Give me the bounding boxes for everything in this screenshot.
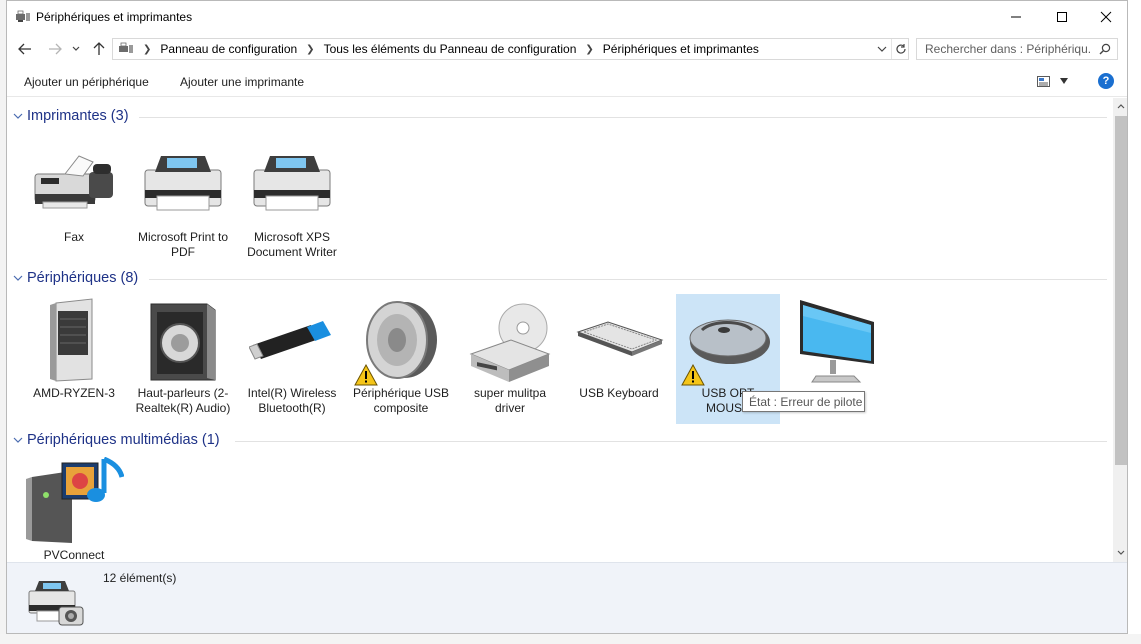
device-label: Microsoft Print to PDF <box>137 230 229 259</box>
background-bottom <box>0 634 1141 644</box>
group-title: Périphériques (8) <box>27 270 139 286</box>
speaker-icon <box>131 294 235 386</box>
group-divider <box>235 441 1107 442</box>
printer-camera-icon <box>28 581 84 626</box>
help-icon[interactable]: ? <box>1098 73 1114 89</box>
command-bar: Ajouter un périphérique Ajouter une impr… <box>7 67 1127 97</box>
group-header-devices[interactable]: Périphériques (8) <box>7 268 1107 290</box>
device-label: AMD-RYZEN-3 <box>33 386 115 400</box>
device-label: USB Keyboard <box>579 386 659 400</box>
group-title: Imprimantes (3) <box>27 108 129 124</box>
devices-printers-location-icon <box>119 42 133 53</box>
cd-drive-icon <box>458 294 562 386</box>
breadcrumb-separator-icon[interactable]: ❯ <box>585 44 593 55</box>
device-tile-fax[interactable]: Fax <box>22 138 126 245</box>
vertical-scrollbar[interactable] <box>1113 98 1127 562</box>
monitor-icon <box>785 294 889 386</box>
device-label: super mulitpa driver <box>473 386 547 415</box>
arrow-left-icon <box>18 43 31 55</box>
breadcrumb-devices-printers[interactable]: Périphériques et imprimantes <box>603 42 759 56</box>
computer-tower-icon <box>22 294 126 386</box>
change-view-icon[interactable] <box>1037 76 1050 87</box>
group-divider <box>149 279 1107 280</box>
maximize-icon <box>1057 12 1067 22</box>
devices-view: Imprimantes (3) Fax Microsoft Print to P… <box>7 98 1113 562</box>
search-input[interactable] <box>917 42 1092 56</box>
breadcrumb-control-panel[interactable]: Panneau de configuration <box>160 42 297 56</box>
group-divider <box>139 117 1107 118</box>
device-label: Haut-parleurs (2-Realtek(R) Audio) <box>135 386 231 415</box>
add-printer-button[interactable]: Ajouter une imprimante <box>180 75 304 89</box>
address-bar[interactable]: ❯ Panneau de configuration ❯ Tous les él… <box>112 38 909 60</box>
add-device-button[interactable]: Ajouter un périphérique <box>24 75 149 89</box>
mouse-icon <box>676 294 780 386</box>
media-server-icon <box>22 456 126 548</box>
printer-icon <box>131 138 235 230</box>
refresh-button[interactable] <box>891 39 909 59</box>
close-button[interactable] <box>1083 1 1127 33</box>
minimize-button[interactable] <box>993 1 1039 33</box>
device-label: PVConnect <box>43 548 105 562</box>
search-box[interactable] <box>916 38 1118 60</box>
group-header-printers[interactable]: Imprimantes (3) <box>7 106 1107 128</box>
device-tile-usb-composite[interactable]: Périphérique USB composite <box>349 294 453 416</box>
tooltip-device-status: État : Erreur de pilote <box>742 391 865 412</box>
breadcrumb-separator-icon[interactable]: ❯ <box>143 44 151 55</box>
devices-printers-window: Périphériques et imprimantes ❯ Panneau d… <box>6 0 1128 634</box>
view-options-dropdown-icon[interactable] <box>1059 77 1069 85</box>
device-tile-bluetooth[interactable]: Intel(R) Wireless Bluetooth(R) <box>240 294 344 416</box>
chevron-down-icon <box>877 46 887 52</box>
device-label: Intel(R) Wireless Bluetooth(R) <box>247 386 337 415</box>
navigation-bar: ❯ Panneau de configuration ❯ Tous les él… <box>7 35 1127 63</box>
device-tile-pvconnect[interactable]: PVConnect <box>22 456 126 562</box>
minimize-icon <box>1011 16 1021 18</box>
close-icon <box>1100 11 1112 23</box>
breadcrumb-all-items[interactable]: Tous les éléments du Panneau de configur… <box>324 42 577 56</box>
device-label: Microsoft XPS Document Writer <box>247 230 337 259</box>
title-bar[interactable]: Périphériques et imprimantes <box>7 1 1127 33</box>
device-label: Fax <box>63 230 84 244</box>
details-pane: 12 élément(s) <box>7 562 1127 633</box>
warning-icon <box>354 364 378 386</box>
collapse-chevron-icon <box>13 275 23 281</box>
device-label: Périphérique USB composite <box>352 386 450 415</box>
group-title: Périphériques multimédias (1) <box>27 432 220 448</box>
address-history-button[interactable] <box>875 42 889 56</box>
scroll-up-icon[interactable] <box>1117 103 1125 109</box>
arrow-right-icon <box>49 43 62 55</box>
maximize-button[interactable] <box>1039 1 1085 33</box>
printer-icon <box>240 138 344 230</box>
arrow-up-icon <box>93 42 105 55</box>
device-tile-print-to-pdf[interactable]: Microsoft Print to PDF <box>131 138 235 260</box>
device-tile-cd-drive[interactable]: super mulitpa driver <box>458 294 562 416</box>
back-button[interactable] <box>15 40 35 58</box>
device-tile-speakers[interactable]: Haut-parleurs (2-Realtek(R) Audio) <box>131 294 235 416</box>
recent-locations-button[interactable] <box>69 40 83 58</box>
scrollbar-thumb[interactable] <box>1115 116 1127 465</box>
fax-icon <box>22 138 126 230</box>
warning-icon <box>681 364 705 386</box>
item-count: 12 élément(s) <box>103 571 177 585</box>
collapse-chevron-icon <box>13 437 23 443</box>
device-tile-xps-writer[interactable]: Microsoft XPS Document Writer <box>240 138 344 260</box>
up-button[interactable] <box>89 40 109 58</box>
devices-printers-app-icon <box>16 10 30 22</box>
group-header-multimedia[interactable]: Périphériques multimédias (1) <box>7 430 1107 452</box>
search-icon[interactable] <box>1099 43 1111 55</box>
background-window-right <box>1128 0 1141 644</box>
device-tile-monitor[interactable] <box>785 294 889 386</box>
collapse-chevron-icon <box>13 113 23 119</box>
device-tile-amd-ryzen[interactable]: AMD-RYZEN-3 <box>22 294 126 401</box>
refresh-icon <box>895 44 906 54</box>
keyboard-icon <box>567 294 671 386</box>
device-tile-usb-keyboard[interactable]: USB Keyboard <box>567 294 671 401</box>
usb-dongle-icon <box>240 294 344 386</box>
forward-button[interactable] <box>45 40 65 58</box>
chevron-down-icon <box>72 46 80 51</box>
loudspeaker-icon <box>349 294 453 386</box>
window-title: Périphériques et imprimantes <box>36 10 193 24</box>
breadcrumb-separator-icon[interactable]: ❯ <box>306 44 314 55</box>
scroll-down-icon[interactable] <box>1117 550 1125 556</box>
